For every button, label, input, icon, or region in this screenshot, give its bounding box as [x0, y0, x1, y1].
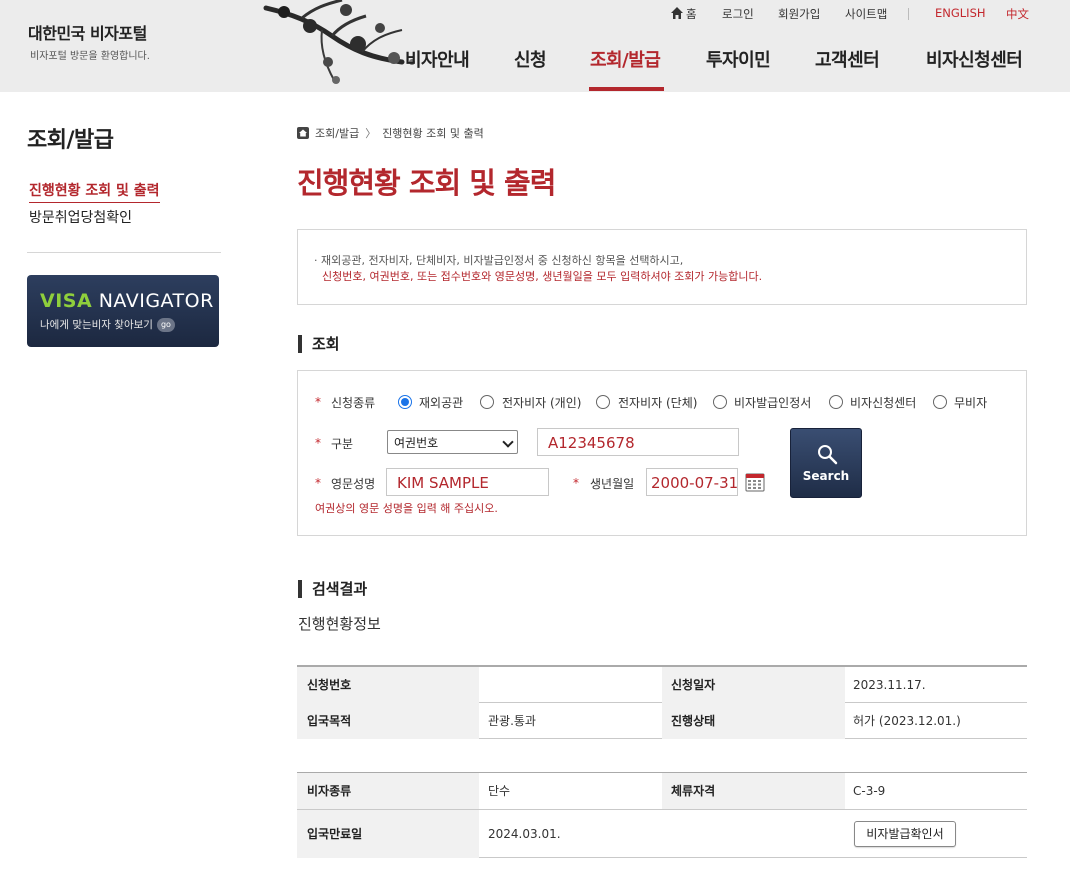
radio-visa-confirmation[interactable] — [713, 395, 727, 409]
table-row: 입국목적 관광.통과 진행상태 허가 (2023.12.01.) — [297, 703, 1027, 739]
breadcrumb-item-current: 진행현황 조회 및 출력 — [382, 127, 484, 140]
gnb-active-underline — [589, 87, 664, 91]
util-signup-link[interactable]: 회원가입 — [778, 6, 820, 22]
gnb-visa-info[interactable]: 비자안내 — [405, 46, 470, 72]
result-section-title: 검색결과 — [298, 580, 367, 598]
sidebar-item-visit-employment-result[interactable]: 방문취업당첨확인 — [29, 207, 132, 227]
required-mark: * — [573, 476, 579, 490]
radio-label-overseas-mission[interactable]: 재외공관 — [419, 394, 463, 411]
category-select[interactable]: 여권번호 — [387, 430, 518, 454]
gnb-visa-application-center[interactable]: 비자신청센터 — [926, 46, 1023, 72]
util-home-link[interactable]: 홈 — [686, 6, 697, 22]
sidebar-divider — [27, 252, 221, 253]
breadcrumb-home-icon[interactable] — [297, 127, 309, 139]
calendar-icon[interactable] — [745, 472, 765, 492]
gnb-inquiry-issue[interactable]: 조회/발급 — [590, 46, 661, 72]
table-row: 비자종류 단수 체류자격 C-3-9 — [297, 773, 1027, 810]
application-type-label: 신청종류 — [331, 396, 376, 410]
english-name-label: 영문성명 — [331, 477, 376, 491]
required-mark: * — [315, 476, 321, 490]
document-number-input[interactable]: A12345678 — [537, 428, 739, 456]
util-separator — [908, 8, 909, 20]
notice-text-line2: 신청번호, 여권번호, 또는 접수번호와 영문성명, 생년월일을 모두 입력하셔… — [322, 270, 763, 283]
required-mark: * — [315, 436, 321, 450]
table-header-cell: 비자종류 — [307, 784, 352, 798]
header: 대한민국 비자포털 비자포털 방문을 환영합니다. 홈 로그인 회원가입 사이트… — [0, 0, 1070, 92]
table-header-cell: 진행상태 — [671, 714, 716, 728]
birthdate-input[interactable]: 2000-07-31 — [646, 468, 738, 496]
result-subtitle: 진행현황정보 — [298, 615, 381, 633]
breadcrumb-chevron-icon: 〉 — [365, 127, 377, 140]
radio-visa-application-center[interactable] — [829, 395, 843, 409]
radio-label-visa-application-center[interactable]: 비자신청센터 — [850, 394, 916, 411]
table-cell: 단수 — [488, 784, 511, 798]
visa-navigator-banner[interactable]: VISA NAVIGATOR 나에게 맞는비자 찾아보기 go — [27, 275, 219, 347]
visa-navigator-subtitle: 나에게 맞는비자 찾아보기 go — [40, 317, 175, 332]
required-mark: * — [315, 395, 321, 409]
breadcrumb-item[interactable]: 조회/발급 — [315, 125, 359, 141]
result-table-1: 신청번호 신청일자 2023.11.17. 입국목적 관광.통과 진행상태 허가… — [297, 665, 1027, 739]
english-name-input[interactable]: KIM SAMPLE — [386, 468, 549, 496]
chevron-down-icon — [502, 436, 514, 448]
util-english-link[interactable]: ENGLISH — [935, 6, 986, 22]
util-chinese-link[interactable]: 中文 — [1006, 6, 1029, 22]
table-cell: 2024.03.01. — [488, 827, 561, 841]
notice-box: · 재외공관, 전자비자, 단체비자, 비자발급인정서 중 신청하신 항목을 선… — [297, 229, 1027, 305]
util-login-link[interactable]: 로그인 — [722, 6, 754, 22]
birthdate-label: 생년월일 — [590, 477, 635, 491]
breadcrumb: 조회/발급 〉 진행현황 조회 및 출력 — [297, 125, 484, 141]
visa-navigator-title: VISA NAVIGATOR — [40, 290, 214, 312]
search-section-title: 조회 — [298, 335, 340, 353]
page-title: 진행현황 조회 및 출력 — [297, 166, 556, 200]
radio-label-visa-free[interactable]: 무비자 — [954, 394, 987, 411]
gnb-investment-immigration[interactable]: 투자이민 — [706, 46, 771, 72]
category-select-value: 여권번호 — [394, 436, 439, 450]
table-header-cell: 신청일자 — [671, 678, 716, 692]
radio-evisa-individual[interactable] — [480, 395, 494, 409]
table-header-cell: 신청번호 — [307, 678, 352, 692]
table-cell: 2023.11.17. — [853, 678, 926, 692]
sidebar-title: 조회/발급 — [27, 128, 114, 153]
search-icon — [818, 445, 838, 465]
radio-label-evisa-group[interactable]: 전자비자 (단체) — [618, 394, 697, 411]
table-cell: 허가 (2023.12.01.) — [853, 714, 961, 728]
name-input-hint: 여권상의 영문 성명을 입력 해 주십시오. — [315, 502, 498, 515]
category-label: 구분 — [331, 437, 354, 451]
site-logo-title[interactable]: 대한민국 비자포털 — [28, 20, 147, 44]
gnb-customer-center[interactable]: 고객센터 — [815, 46, 880, 72]
table-cell: 관광.통과 — [488, 714, 536, 728]
table-cell: C-3-9 — [853, 784, 886, 798]
visa-issuance-confirmation-button[interactable]: 비자발급확인서 — [854, 821, 956, 847]
radio-evisa-group[interactable] — [596, 395, 610, 409]
util-sitemap-link[interactable]: 사이트맵 — [845, 6, 887, 22]
sidebar-item-status-inquiry[interactable]: 진행현황 조회 및 출력 — [29, 180, 160, 203]
radio-label-visa-confirmation[interactable]: 비자발급인정서 — [734, 394, 811, 411]
site-logo-subtitle: 비자포털 방문을 환영합니다. — [30, 51, 150, 62]
gnb-apply[interactable]: 신청 — [514, 46, 547, 72]
home-icon[interactable] — [670, 6, 684, 20]
search-button[interactable]: Search — [790, 428, 862, 498]
radio-label-evisa-individual[interactable]: 전자비자 (개인) — [502, 394, 581, 411]
table-header-cell: 체류자격 — [671, 784, 716, 798]
radio-overseas-mission[interactable] — [398, 395, 412, 409]
go-badge-icon: go — [156, 318, 175, 332]
search-button-label: Search — [802, 469, 850, 483]
notice-text-line1: · 재외공관, 전자비자, 단체비자, 비자발급인정서 중 신청하신 항목을 선… — [314, 254, 684, 267]
radio-visa-free[interactable] — [933, 395, 947, 409]
table-header-cell: 입국만료일 — [307, 827, 363, 841]
table-row: 신청번호 신청일자 2023.11.17. — [297, 667, 1027, 703]
table-header-cell: 입국목적 — [307, 714, 352, 728]
